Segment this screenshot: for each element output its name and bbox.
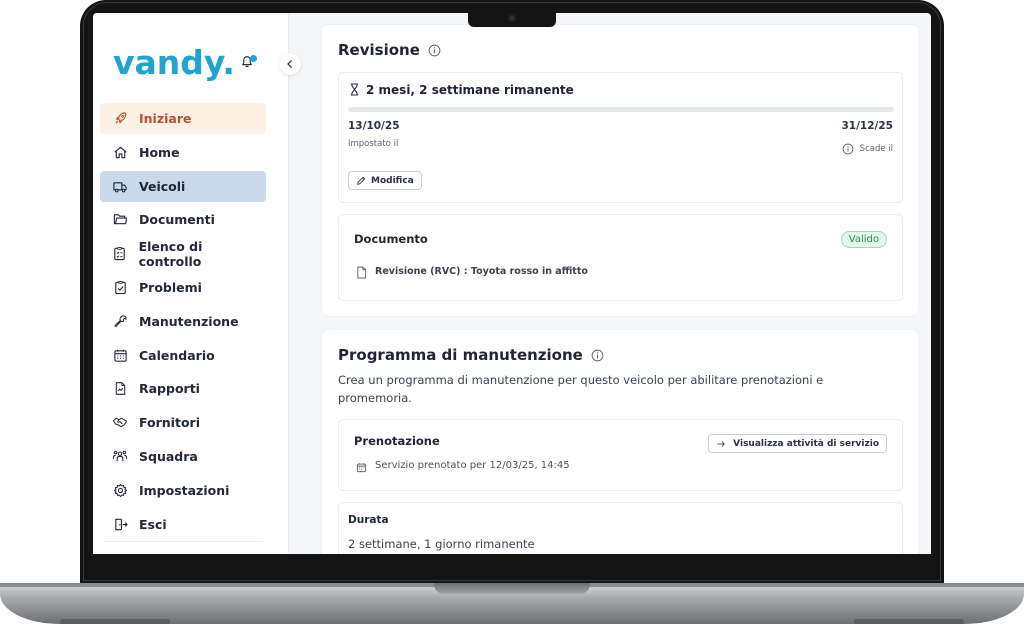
document-icon [357,266,367,279]
revisione-card: Revisione 2 mesi, 2 settimane rimanente … [322,25,918,316]
sidebar-item-label: Iniziare [139,111,192,126]
sidebar-item-elenco-di-controllo[interactable]: Elenco di controllo [100,238,266,269]
laptop-opening-groove [434,583,590,594]
documento-heading: Documento [354,232,428,246]
end-date: 31/12/25 [841,120,893,132]
laptop-foot-right [854,619,964,624]
sidebar-item-documenti[interactable]: Documenti [100,204,266,235]
info-icon[interactable] [428,44,441,57]
end-date-label: Scade il [859,144,893,154]
revisione-title: Revisione [338,41,441,59]
durata-heading: Durata [348,514,389,526]
sidebar-item-label: Calendario [139,347,215,363]
team-icon [112,448,128,464]
modifica-button[interactable]: Modifica [348,171,422,190]
documento-panel: Documento Valido Revisione (RVC) : Toyot… [338,214,903,301]
folder-icon [112,212,128,228]
sidebar-item-calendario[interactable]: Calendario [100,340,266,371]
rocket-icon [112,111,128,127]
start-date-label: Impostato il [348,139,399,149]
remaining-time: 2 mesi, 2 settimane rimanente [366,83,574,97]
main-content: Revisione 2 mesi, 2 settimane rimanente … [322,25,918,554]
logout-icon [112,516,128,532]
laptop-base [0,583,1024,624]
webcam-icon [508,14,516,22]
sidebar-item-label: Esci [139,516,167,532]
status-badge: Valido [840,231,887,248]
booked-service-text: Servizio prenotato per 12/03/25, 14:45 [375,460,570,471]
report-icon [112,381,128,397]
clipboard-check-icon [112,279,128,295]
camera-notch [468,11,556,27]
chevron-left-icon [287,60,292,68]
sidebar-item-problemi[interactable]: Problemi [100,272,266,303]
notification-dot [250,55,257,62]
arrow-right-icon [717,440,726,447]
hourglass-icon [350,83,359,96]
app-logo[interactable]: vandy. [113,43,235,82]
button-label: Visualizza attività di servizio [733,438,879,449]
sidebar-item-rapporti[interactable]: Rapporti [100,373,266,404]
wrench-icon [112,313,128,329]
prenotazione-panel: Prenotazione Visualizza attività di serv… [338,419,903,491]
sidebar-item-fornitori[interactable]: Fornitori [100,407,266,438]
app-screen: vandy. Iniziare Home Veicoli Documenti E… [93,13,931,554]
prenotazione-heading: Prenotazione [354,434,440,448]
collapse-sidebar-button[interactable] [279,53,301,75]
sidebar-item-label: Elenco di controllo [138,238,203,269]
sidebar-nav: Iniziare Home Veicoli Documenti Elenco d… [100,103,266,542]
sidebar-item-label: Veicoli [139,178,186,194]
sidebar-item-label: Home [139,144,180,160]
home-icon [112,144,128,160]
sidebar-item-label: Manutenzione [139,313,239,329]
info-icon[interactable] [842,143,854,155]
start-date: 13/10/25 [348,120,400,132]
pencil-icon [357,176,366,185]
sidebar-item-label: Squadra [139,448,198,464]
sidebar-item-label: Documenti [139,212,215,228]
sidebar-item-esci[interactable]: Esci [100,509,266,540]
truck-icon [112,178,128,194]
section-title: Programma di manutenzione [338,346,583,364]
revisione-timer-panel: 2 mesi, 2 settimane rimanente 13/10/25 I… [338,72,903,203]
sidebar-item-impostazioni[interactable]: Impostazioni [100,475,266,506]
durata-panel: Durata 2 settimane, 1 giorno rimanente [338,502,903,554]
revisione-progress-bar [348,107,894,112]
durata-value: 2 settimane, 1 giorno rimanente [348,537,535,551]
visualizza-attivita-button[interactable]: Visualizza attività di servizio [708,434,887,453]
handshake-icon [112,415,128,431]
sidebar-item-squadra[interactable]: Squadra [100,441,266,472]
sidebar-item-veicoli[interactable]: Veicoli [100,170,266,202]
sidebar-item-manutenzione[interactable]: Manutenzione [100,306,266,337]
programma-description-line1: Crea un programma di manutenzione per qu… [338,373,824,387]
sidebar-item-label: Impostazioni [139,482,230,498]
end-date-label-group: Scade il [842,143,893,155]
sidebar-item-iniziare[interactable]: Iniziare [100,103,266,134]
gear-icon [112,482,128,498]
sidebar-item-label: Problemi [139,279,202,295]
calendar-icon [112,347,128,363]
laptop-foot-left [60,619,170,624]
checklist-icon [112,246,128,262]
info-icon[interactable] [591,349,604,362]
button-label: Modifica [371,175,414,186]
calendar-icon [356,463,367,473]
sidebar-item-home[interactable]: Home [100,137,266,168]
sidebar: vandy. Iniziare Home Veicoli Documenti E… [93,13,289,554]
sidebar-divider [103,541,263,542]
document-link[interactable]: Revisione (RVC) : Toyota rosso in affitt… [375,266,588,277]
programma-title: Programma di manutenzione [338,346,604,364]
section-title: Revisione [338,41,420,59]
programma-card: Programma di manutenzione Crea un progra… [322,330,918,554]
sidebar-item-label: Rapporti [139,381,200,397]
sidebar-item-label: Fornitori [139,415,200,431]
programma-description-line2: promemoria. [338,391,412,405]
